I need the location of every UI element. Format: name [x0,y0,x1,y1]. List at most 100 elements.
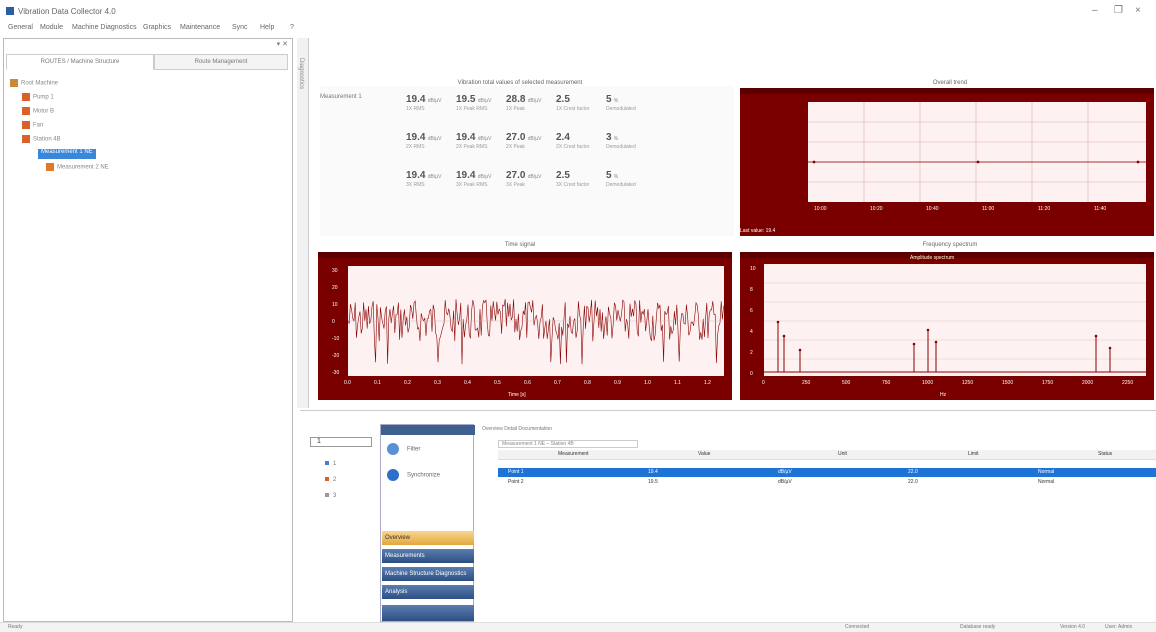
menu-about[interactable]: ? [290,24,294,31]
tree-node-motor[interactable]: Motor B [22,107,54,117]
measurement-value: 19.4 dB/µV 3X Peak RMS [456,170,492,188]
left-tabs: ROUTES / Machine Structure Route Managem… [6,54,290,70]
trend-point [812,160,816,164]
title-bar: Vibration Data Collector 4.0 – ❐ × [0,0,1156,20]
y-tick-label: 30 [332,268,338,274]
synchronize-tool[interactable]: Synchronize [387,469,440,481]
x-tick-label: 0.7 [554,380,561,386]
x-tick-label: 500 [842,380,851,386]
x-tick-label: 1.1 [674,380,681,386]
tree-node-pump[interactable]: Pump 1 [22,93,54,103]
y-tick-label: 10 [750,266,756,272]
app-icon [6,7,14,15]
time-signal-line [347,298,724,365]
x-tick-label: 0.5 [494,380,501,386]
spectrum-peak-marker [912,342,916,346]
menu-maintenance[interactable]: Maintenance [180,24,220,31]
x-tick-label: 0.0 [344,380,351,386]
tree-node-fan[interactable]: Fan [22,121,43,131]
x-tick-label: 1500 [1002,380,1014,386]
x-tick-label: 1250 [962,380,974,386]
measurement-value: 2.5 1X Crest factor [556,94,590,112]
table-row[interactable]: Point 1 19.4 dB/µV 22.0 Normal [498,468,1156,477]
sensor-icon [46,163,54,171]
tree-node-station[interactable]: Station 4B [22,135,61,145]
legend-dot [325,461,329,465]
close-button[interactable]: × [1135,5,1141,16]
spectrum-chart[interactable]: Amplitude spectrum 0 250 500 750 1000 1250 150… [740,252,1154,400]
spectrum-plot-area [764,264,1146,376]
status-user: User: Admin [1105,624,1133,630]
col-header[interactable]: Value [698,451,710,457]
menu-help[interactable]: Help [260,24,274,31]
legend-dot [325,493,329,497]
filter-icon [387,443,399,455]
tree-node-measurement-1[interactable]: Measurement 1 NE [38,149,96,159]
menu-general[interactable]: General [8,24,33,31]
time-chart-title: Time signal [504,242,536,248]
menu-sync[interactable]: Sync [232,24,248,31]
nav-measurements[interactable]: Measurements [382,549,474,563]
status-bar: Ready Connected Database ready Version 4… [0,622,1156,632]
diagnostics-strip[interactable]: Diagnostics [297,38,309,408]
spectrum-peak-marker [776,320,780,324]
grid-tabs[interactable]: Overview Detail Documentation [482,426,552,432]
x-tick-label: 0.9 [614,380,621,386]
col-header[interactable]: Measurement [558,451,589,457]
nav-more-button[interactable] [382,605,474,621]
trend-chart-svg [808,102,1146,202]
spectrum-peak-marker [782,334,786,338]
table-row[interactable]: Point 2 19.5 dB/µV 22.0 Normal [498,478,1156,487]
trend-footer: Last value: 19.4 [740,228,776,234]
trend-chart[interactable]: Last value: 19.4 10:00 10:20 10:40 11:00 11:… [740,88,1154,236]
tree-node-root[interactable]: Root Machine [10,79,58,89]
nav-analysis[interactable]: Analysis [382,585,474,599]
x-tick-label: 0.3 [434,380,441,386]
measurement-value: 2.4 2X Crest factor [556,132,590,150]
y-tick-label: -20 [332,353,340,359]
measurement-row-label: Measurement 1 [320,94,362,100]
tree-node-measurement-2[interactable]: Measurement 2 NE [46,163,109,173]
time-signal-chart[interactable]: 0.0 0.1 0.2 0.3 0.4 0.5 0.6 0.7 0.8 0.9 1.0 1.1 1.2 3… [318,252,732,400]
machine-icon [22,93,30,101]
measurement-value: 19.4 dB/µV 2X RMS [406,132,442,150]
col-header[interactable]: Status [1098,451,1112,457]
x-tick-label: 11:20 [1038,206,1051,212]
menu-module[interactable]: Module [40,24,63,31]
x-tick-label: 1000 [922,380,934,386]
nav-overview[interactable]: Overview [382,531,474,545]
x-tick-label: 250 [802,380,811,386]
folder-icon [10,79,18,87]
x-tick-label: 0.8 [584,380,591,386]
spectrum-x-label: Hz [940,392,947,398]
results-grid: Overview Detail Documentation Measuremen… [476,424,1156,622]
filter-select[interactable]: 1 [310,437,372,447]
menu-machine-diagnostics[interactable]: Machine Diagnostics [72,24,137,31]
menu-graphics[interactable]: Graphics [143,24,171,31]
spectrum-svg [764,282,1146,373]
tab-routes[interactable]: ROUTES / Machine Structure [6,54,154,70]
x-tick-label: 11:00 [982,206,995,212]
spectrum-peak-marker [1094,334,1098,338]
col-header[interactable]: Unit [838,451,847,457]
time-plot-area [347,266,724,376]
tool-panel: Filter Synchronize Overview Measurements… [380,424,475,622]
legend-item-2: 2 [325,477,336,483]
status-left: Ready [8,624,23,630]
filter-tool[interactable]: Filter [387,443,420,455]
pane-pin-icon[interactable]: ▾ ✕ [277,40,288,48]
y-tick-label: -10 [332,336,340,342]
grid-breadcrumb: Measurement 1 NE – Station 4B [498,440,638,448]
tab-route-management[interactable]: Route Management [154,54,288,70]
nav-structure-diagnostics[interactable]: Machine Structure Diagnostics [382,567,474,581]
minimize-button[interactable]: – [1092,5,1098,16]
maximize-button[interactable]: ❐ [1114,5,1123,16]
legend-dot [325,477,329,481]
structure-pane: ▾ ✕ ROUTES / Machine Structure Route Man… [3,38,293,622]
machine-icon [22,135,30,143]
measurement-values: Measurement 1 19.4 dB/µV 1X RMS 19.5 dB/µV… [320,86,734,236]
col-header[interactable]: Limit [968,451,979,457]
time-x-label: Time [s] [508,392,526,398]
x-tick-label: 750 [882,380,891,386]
x-tick-label: 0.2 [404,380,411,386]
